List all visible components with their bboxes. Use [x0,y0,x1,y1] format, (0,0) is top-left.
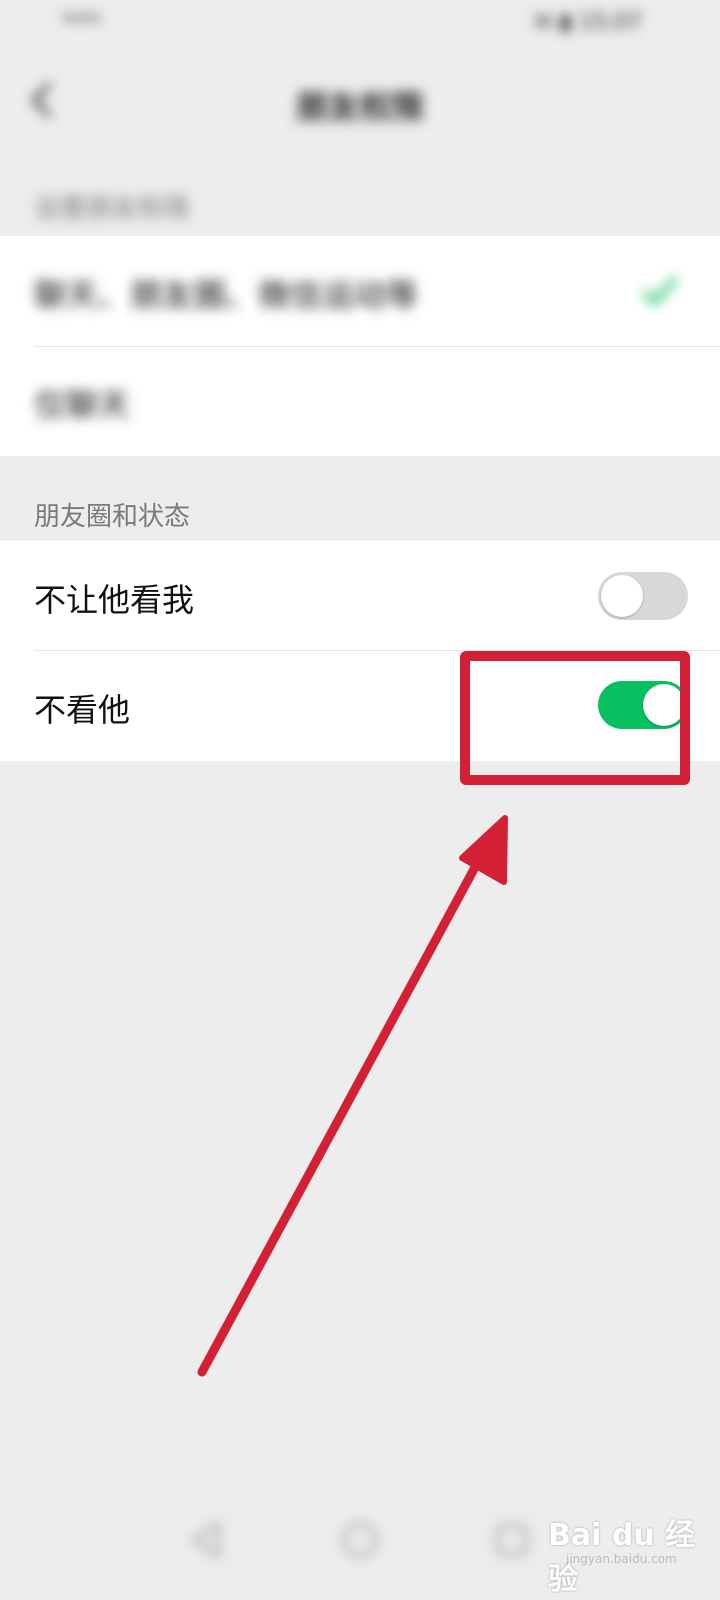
status-right-indicators: ✉ ▮ 15:07 [534,10,642,35]
status-bar: ⁴ᴳ⁴ᴳ ✉ ▮ 15:07 [0,0,720,52]
option-label: 聊天、朋友圈、微信运动等 [34,276,419,314]
triangle-back-icon[interactable] [186,1518,230,1562]
option-chat-moments-sports[interactable]: 聊天、朋友圈、微信运动等 [0,236,720,346]
watermark-url: jingyan.baidu.com [566,1552,677,1566]
signal-indicator: ⁴ᴳ⁴ᴳ [62,10,102,35]
annotation-highlight-box [460,651,690,785]
section-header-moments-status: 朋友圈和状态 [34,502,191,532]
toggle-hide-my-moments[interactable] [598,572,688,620]
section-header-permissions: 设置朋友权限 [34,194,191,224]
row-label: 不让他看我 [34,581,195,619]
toggle-knob [601,575,643,617]
permissions-card: 聊天、朋友圈、微信运动等 仅聊天 [0,236,720,456]
row-hide-my-moments: 不让他看我 [0,541,720,651]
row-label: 不看他 [34,691,131,729]
navigation-bar: 朋友权限 [0,52,720,148]
option-label: 仅聊天 [34,386,131,424]
check-icon [642,276,678,306]
circle-home-icon[interactable] [338,1518,382,1562]
square-recent-icon[interactable] [490,1518,534,1562]
page-title: 朋友权限 [295,88,424,126]
option-chat-only[interactable]: 仅聊天 [0,346,720,456]
